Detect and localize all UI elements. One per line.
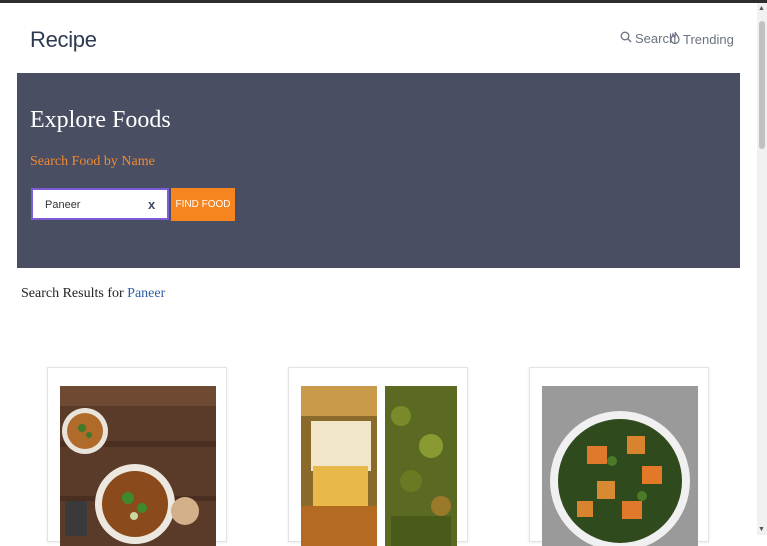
nav-search-link[interactable]: Search — [620, 31, 676, 46]
results-term: Paneer — [127, 286, 166, 301]
hero-title: Explore Foods — [30, 107, 171, 133]
results-prefix: Search Results for — [21, 286, 124, 301]
hero-subtitle: Search Food by Name — [30, 154, 155, 169]
search-results-heading: Search Results for Paneer — [21, 286, 165, 302]
hero-banner: Explore Foods Search Food by Name x FIND… — [17, 73, 740, 268]
scroll-down-icon[interactable]: ▼ — [758, 526, 765, 533]
search-input[interactable] — [45, 196, 145, 214]
scroll-up-icon[interactable]: ▲ — [758, 5, 765, 12]
navbar: Recipe Search Trending — [0, 3, 757, 71]
flame-icon — [670, 31, 680, 47]
recipe-image-paneer-palak — [301, 386, 457, 546]
find-food-button[interactable]: FIND FOOD — [171, 188, 235, 221]
search-icon — [620, 31, 632, 46]
page-scrollbar[interactable]: ▲ ▼ — [757, 3, 767, 535]
nav-trending-label: Trending — [683, 31, 734, 47]
nav-trending-link[interactable]: Trending — [670, 31, 734, 47]
search-box: x — [31, 188, 169, 220]
scroll-thumb[interactable] — [759, 21, 765, 149]
clear-search-icon[interactable]: x — [148, 197, 155, 212]
recipe-image-saag-paneer — [542, 386, 698, 546]
recipe-card[interactable] — [288, 367, 468, 546]
recipe-card[interactable] — [47, 367, 227, 546]
brand-logo[interactable]: Recipe — [30, 27, 97, 53]
recipe-card[interactable] — [529, 367, 709, 546]
recipe-image-dal — [60, 386, 216, 546]
